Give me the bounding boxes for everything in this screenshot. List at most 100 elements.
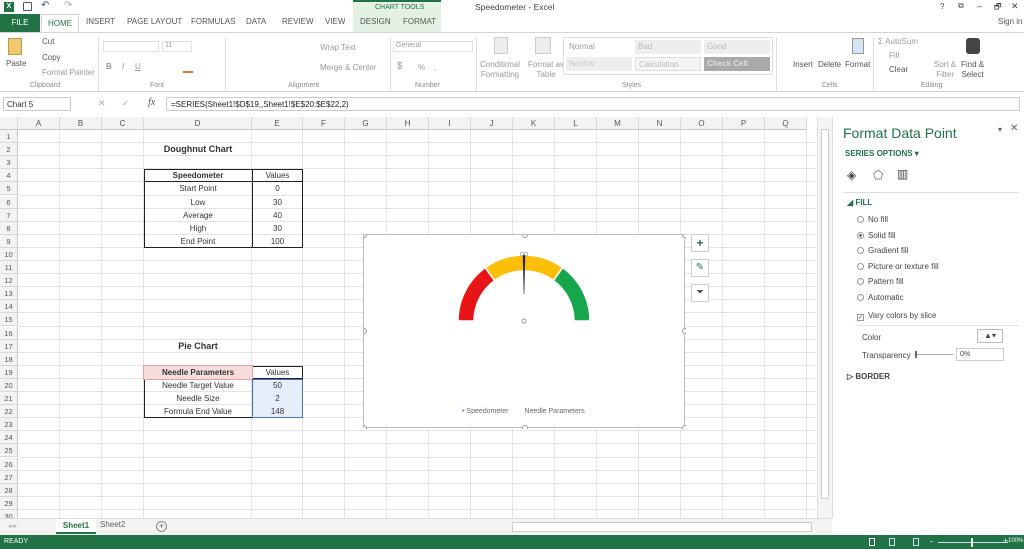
chart-styles-button[interactable]: ✎ [691,259,709,277]
zoom-level[interactable]: 100% [1008,538,1023,544]
insert-cells-button[interactable]: Insert [793,60,813,69]
vertical-scrollbar[interactable] [817,117,832,518]
fill-option-radio[interactable]: Automatic [857,293,904,302]
minimize-button[interactable]: – [977,1,982,11]
style-check-cell[interactable]: Check Cell [704,57,770,71]
fill-option-radio[interactable]: Gradient fill [857,246,908,255]
horizontal-scrollbar[interactable] [512,522,812,532]
cut-button[interactable]: Cut [42,37,54,46]
tab-data[interactable]: DATA [246,17,266,26]
format-painter-button[interactable]: Format Painter [42,68,95,77]
column-header[interactable]: C [102,117,144,130]
table-value-cell[interactable]: 0 [252,182,303,195]
close-button[interactable]: ✕ [1011,1,1019,12]
table-label-cell[interactable]: Formula End Value [144,405,252,418]
autosum-button[interactable]: Σ AutoSum [878,37,918,46]
column-header[interactable]: D [144,117,252,130]
style-neutral[interactable]: Neutral [566,57,632,71]
row-header[interactable]: 5 [0,182,18,195]
tab-file[interactable]: FILE [0,14,40,32]
series-options-icon[interactable]: ▥ [897,167,908,181]
row-header[interactable]: 26 [0,458,18,471]
transparency-slider[interactable] [915,354,953,355]
conditional-formatting-button[interactable]: ConditionalFormatting [480,60,520,80]
fill-option-radio[interactable]: Pattern fill [857,277,904,286]
pane-options-icon[interactable]: ▾ [998,125,1002,134]
chart-resize-handle[interactable] [523,235,528,238]
page-layout-view-button[interactable] [889,538,895,546]
column-header[interactable]: J [471,117,513,130]
redo-icon[interactable]: ↷ [64,0,72,11]
column-header[interactable]: A [18,117,60,130]
row-header[interactable]: 21 [0,392,18,405]
insert-function-button[interactable]: fx [148,97,155,108]
column-header[interactable]: K [513,117,555,130]
name-box[interactable]: Chart 5 [3,97,71,111]
restore-button[interactable]: 🗗 [994,1,1002,15]
table-label-cell[interactable]: Start Point [144,182,252,195]
table-label-cell[interactable]: Low [144,196,252,209]
tab-home[interactable]: HOME [41,14,79,33]
chart-resize-handle[interactable] [683,426,687,430]
scroll-thumb[interactable] [821,129,829,499]
chart-resize-handle[interactable] [683,235,687,238]
chart-resize-handle[interactable] [683,329,687,334]
style-normal[interactable]: Normal [566,40,632,54]
row-header[interactable]: 4 [0,169,18,182]
tab-review[interactable]: REVIEW [282,17,314,26]
fill-color-icon[interactable] [183,71,193,73]
wrap-text-button[interactable]: Wrap Text [320,43,356,52]
row-header[interactable]: 27 [0,471,18,484]
chart-resize-handle[interactable] [364,329,367,334]
formula-input[interactable]: =SERIES(Sheet1!$D$19,,Sheet1!$E$20:$E$22… [166,97,1020,111]
column-header[interactable]: B [60,117,102,130]
sign-in-link[interactable]: Sign in [998,17,1022,26]
bold-button[interactable]: B [106,62,112,71]
chart[interactable]: • Speedometer Needle Parameters [363,234,685,428]
fill-option-radio[interactable]: No fill [857,215,888,224]
series-options-dropdown[interactable]: SERIES OPTIONS ▾ [845,149,919,158]
column-header[interactable]: M [597,117,639,130]
row-header[interactable]: 18 [0,353,18,366]
column-header[interactable]: P [723,117,765,130]
table-label-cell[interactable]: High [144,222,252,235]
table-value-cell[interactable]: 30 [252,222,303,235]
ribbon-display-button[interactable]: ⧉ [958,1,964,11]
comma-button[interactable]: , [434,63,436,72]
tab-design[interactable]: DESIGN [360,17,391,26]
column-header[interactable]: Q [765,117,807,130]
sheet-nav-arrows[interactable]: ◂ ▸ [8,522,17,530]
table-value-cell[interactable]: 100 [252,235,303,248]
row-header[interactable]: 25 [0,444,18,457]
fill-line-icon[interactable]: ◈ [847,168,856,182]
number-format-box[interactable]: General [393,41,473,52]
row-header[interactable]: 30 [0,510,18,518]
tab-formulas[interactable]: FORMULAS [191,17,235,26]
row-header[interactable]: 24 [0,431,18,444]
format-cells-button[interactable]: Format [845,60,870,69]
column-header[interactable]: N [639,117,681,130]
style-bad[interactable]: Bad [635,40,701,54]
normal-view-button[interactable] [869,538,875,546]
zoom-slider[interactable] [938,542,1008,543]
tab-insert[interactable]: INSERT [86,17,115,26]
font-name-box[interactable] [103,41,159,52]
tab-format[interactable]: FORMAT [403,17,436,26]
row-header[interactable]: 6 [0,196,18,209]
chart-filters-button[interactable]: ⏷ [691,284,709,302]
column-header[interactable]: G [345,117,387,130]
sort-filter-button[interactable]: Sort &Filter [934,60,956,80]
row-header[interactable]: 23 [0,418,18,431]
effects-icon[interactable]: ⬠ [873,168,883,182]
style-good[interactable]: Good [704,40,770,54]
select-all-corner[interactable] [0,117,18,130]
column-header[interactable]: O [681,117,723,130]
italic-button[interactable]: I [122,62,124,71]
underline-button[interactable]: U [135,62,141,71]
row-header[interactable]: 12 [0,274,18,287]
undo-icon[interactable]: ↶ [41,0,49,11]
color-picker-button[interactable]: ▲▾ [977,329,1003,343]
paste-button[interactable]: Paste [6,59,26,68]
column-header[interactable]: H [387,117,429,130]
page-break-view-button[interactable] [913,538,919,546]
